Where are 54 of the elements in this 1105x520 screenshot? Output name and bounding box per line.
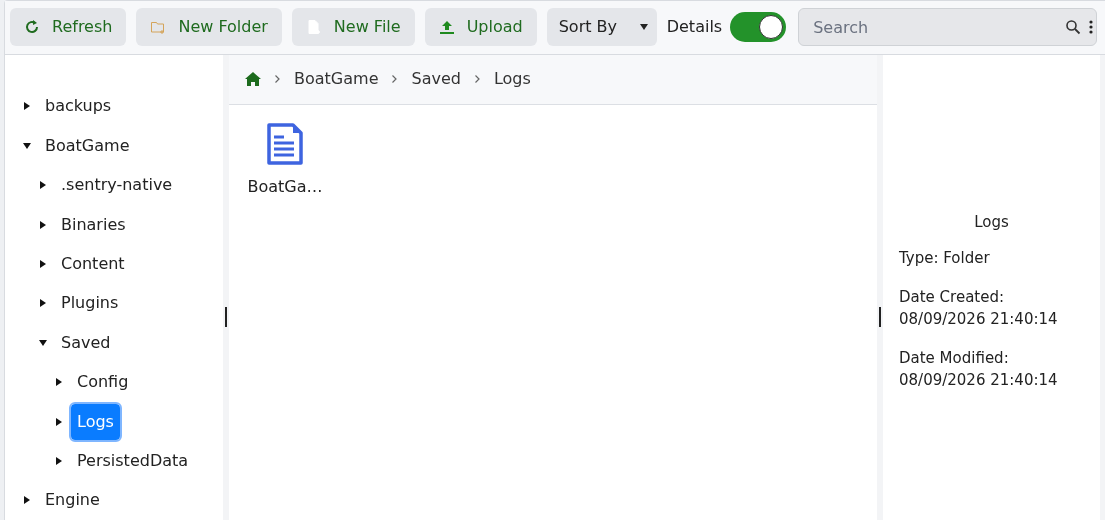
tree-item[interactable]: .sentry-native — [55, 167, 179, 204]
chevron-icon — [474, 75, 480, 84]
collapsed-arrow-icon[interactable] — [55, 417, 63, 426]
collapsed-arrow-icon[interactable] — [55, 378, 63, 387]
collapsed-arrow-icon[interactable] — [39, 220, 47, 229]
file-plus-icon — [305, 19, 322, 36]
search-field[interactable]: Search — [798, 8, 1098, 47]
breadcrumb-link[interactable]: Logs — [493, 67, 531, 92]
toolbar-button[interactable]: New Folder — [136, 8, 282, 47]
tree-item[interactable]: PersistedData — [71, 442, 195, 479]
breadcrumb-link[interactable]: Saved — [411, 67, 461, 92]
toolbar-button[interactable]: Upload — [424, 8, 537, 47]
toolbar-button[interactable]: Refresh — [10, 8, 127, 47]
sort-dropdown[interactable]: Sort By — [546, 8, 657, 47]
toggle-label: Details — [666, 16, 723, 39]
resize-handle[interactable] — [879, 306, 881, 327]
caret-icon — [638, 24, 649, 31]
tree-item[interactable]: Content — [55, 245, 131, 282]
details-title: Logs — [973, 211, 1010, 233]
collapsed-arrow-icon[interactable] — [39, 299, 47, 308]
tree-item[interactable]: Saved — [55, 324, 117, 361]
search-icon — [1065, 19, 1082, 36]
breadcrumb-link[interactable]: BoatGame — [294, 67, 379, 92]
resize-handle[interactable] — [225, 306, 227, 327]
tree-item[interactable]: Binaries — [55, 206, 132, 243]
detail-value: 08/09/2026 21:40:14 — [899, 309, 1059, 331]
detail-label: Date Created: — [899, 287, 1006, 309]
expanded-arrow-icon[interactable] — [23, 141, 31, 150]
collapsed-arrow-icon[interactable] — [23, 102, 31, 111]
tree-item[interactable]: Engine — [39, 482, 106, 519]
more-icon[interactable] — [1089, 19, 1094, 36]
tree-item[interactable]: BoatGame — [39, 127, 136, 164]
tree-item[interactable]: backups — [39, 88, 118, 125]
tree-item[interactable]: Config — [71, 364, 135, 401]
details-toggle[interactable] — [730, 12, 787, 43]
tree-item[interactable]: Plugins — [55, 285, 125, 322]
collapsed-arrow-icon[interactable] — [39, 259, 47, 268]
home-icon[interactable] — [245, 72, 261, 87]
detail-label: Date Modified: — [899, 348, 1010, 370]
collapsed-arrow-icon[interactable] — [39, 181, 47, 190]
upload-icon — [438, 19, 455, 36]
expanded-arrow-icon[interactable] — [39, 338, 47, 347]
detail-value: 08/09/2026 21:40:14 — [899, 370, 1059, 392]
chevron-icon — [275, 75, 280, 84]
chevron-icon — [392, 75, 398, 84]
file-name[interactable]: BoatGa… — [247, 174, 323, 199]
tree-item[interactable]: Logs — [71, 403, 120, 440]
collapsed-arrow-icon[interactable] — [55, 456, 63, 465]
toolbar-button[interactable]: New File — [291, 8, 415, 47]
refresh-icon — [24, 19, 40, 36]
detail-label: Type: Folder — [899, 248, 991, 270]
document-icon[interactable] — [267, 122, 303, 165]
collapsed-arrow-icon[interactable] — [23, 496, 31, 505]
folder-plus-icon — [150, 19, 167, 36]
